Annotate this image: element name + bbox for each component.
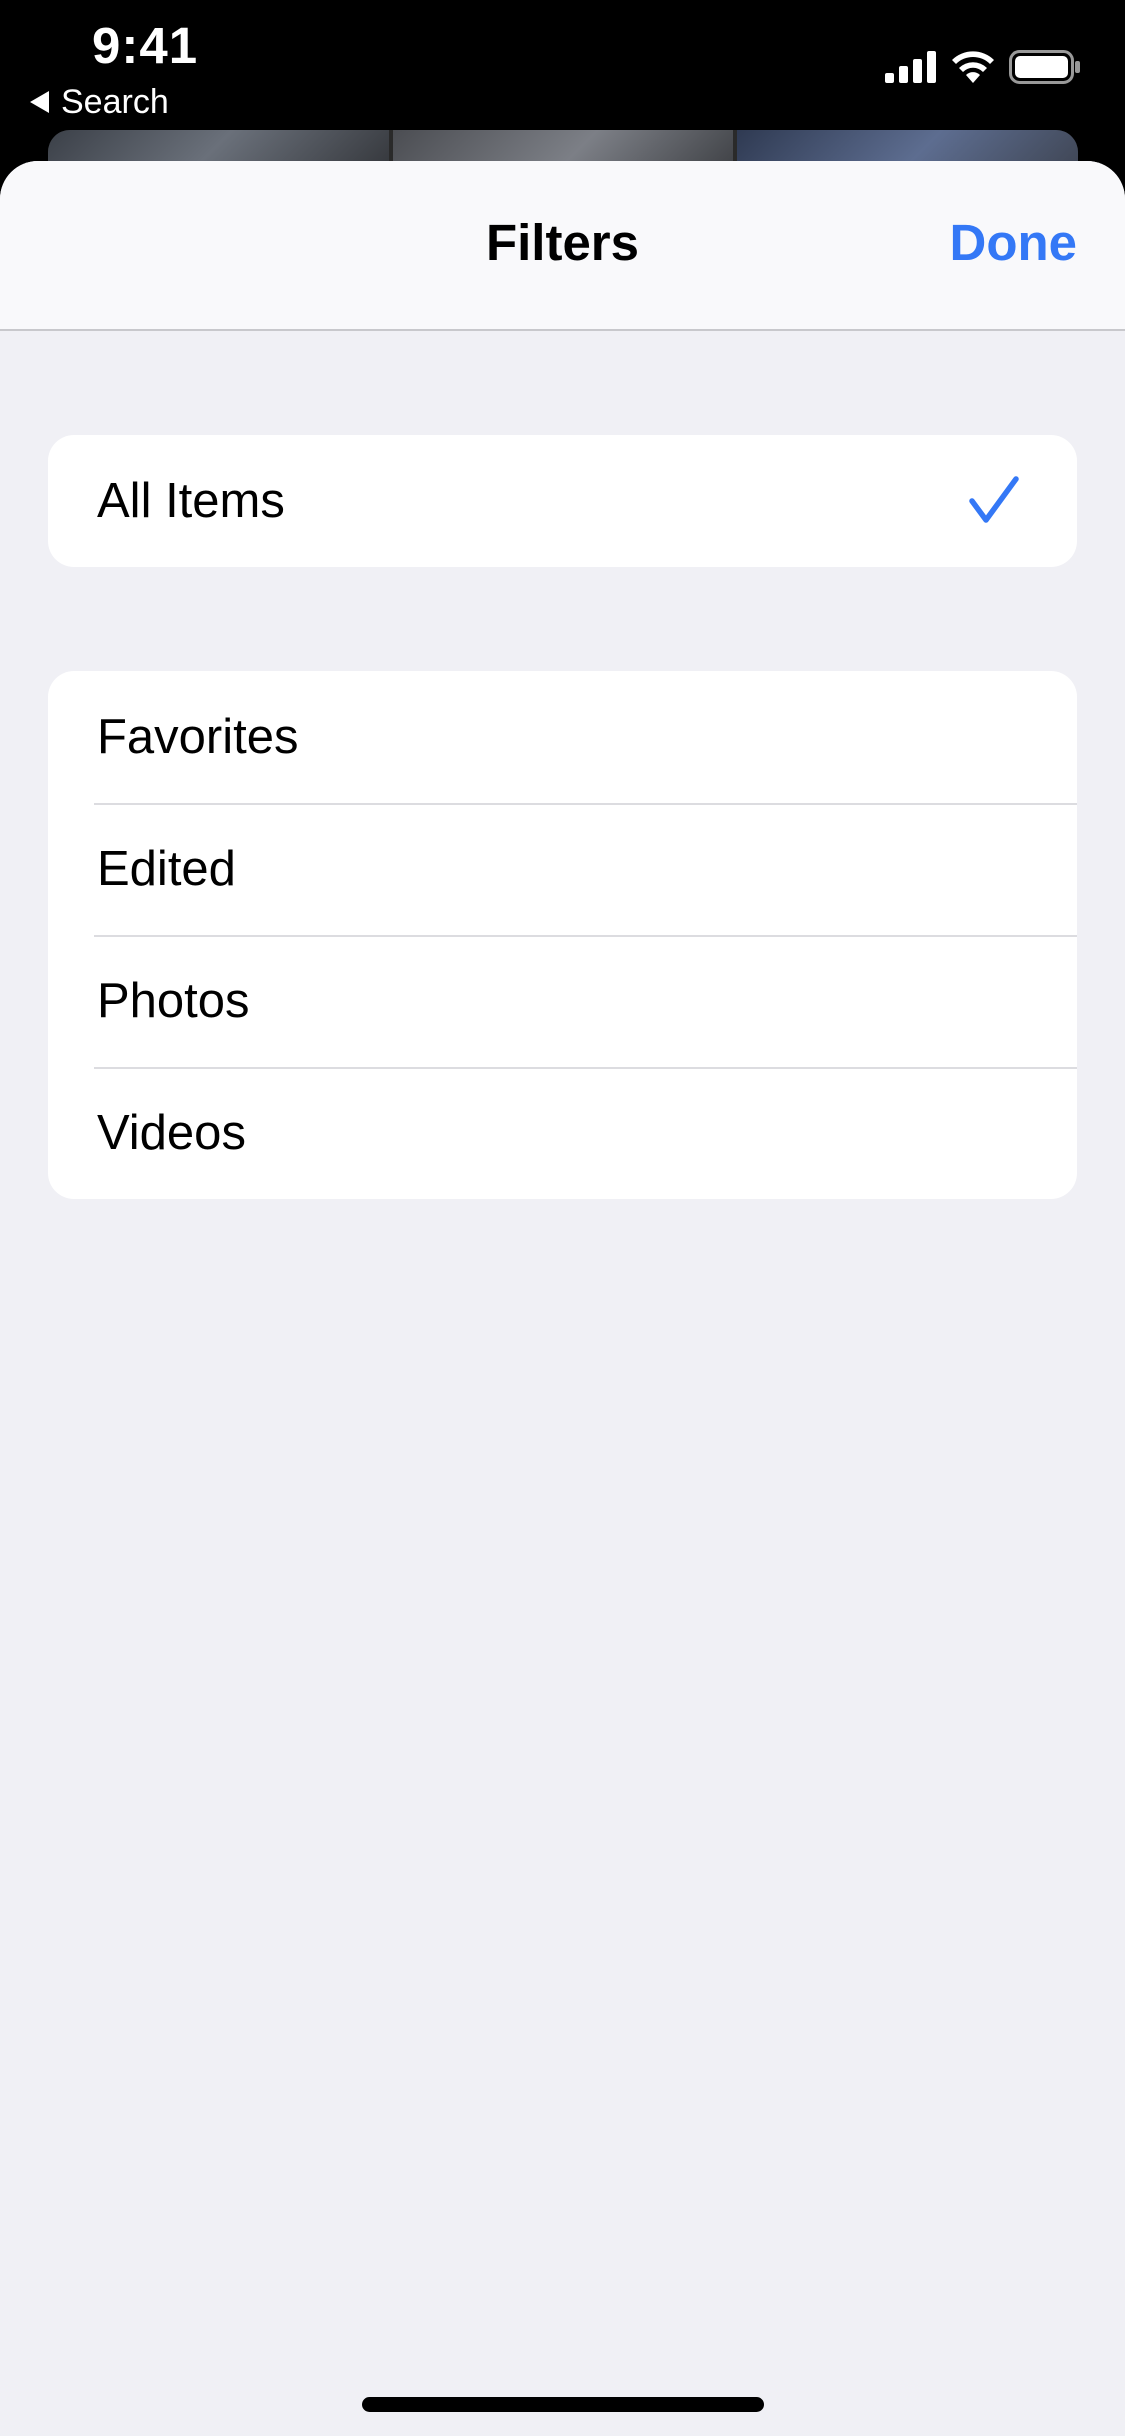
- filter-option-label: Edited: [97, 842, 236, 896]
- filter-option-all-items[interactable]: All Items: [48, 435, 1077, 567]
- checkmark-icon: [969, 476, 1019, 523]
- filter-option-label: All Items: [97, 474, 285, 528]
- filter-option-label: Photos: [97, 974, 250, 1028]
- filter-option-favorites[interactable]: Favorites: [48, 671, 1077, 803]
- wifi-icon: [952, 51, 994, 83]
- status-time: 9:41: [92, 17, 199, 74]
- filter-option-label: Videos: [97, 1106, 246, 1160]
- filter-option-label: Favorites: [97, 710, 299, 764]
- cellular-signal-icon: [885, 51, 936, 83]
- back-link-label: Search: [61, 82, 169, 121]
- filter-options-group: Favorites Edited Photos Videos: [48, 671, 1077, 1199]
- status-bar: 9:41 Search: [0, 0, 1125, 135]
- home-indicator[interactable]: [362, 2397, 764, 2412]
- filter-option-videos[interactable]: Videos: [48, 1067, 1077, 1199]
- status-indicators: [885, 50, 1081, 84]
- filter-option-edited[interactable]: Edited: [48, 803, 1077, 935]
- filter-option-photos[interactable]: Photos: [48, 935, 1077, 1067]
- back-arrow-icon: [30, 91, 49, 113]
- all-items-group: All Items: [48, 435, 1077, 567]
- sheet-header: Filters Done: [0, 161, 1125, 331]
- filters-sheet: Filters Done All Items Favorites Edited …: [0, 161, 1125, 2436]
- screen: 9:41 Search Filters Done All Items Favor…: [0, 0, 1125, 2436]
- done-button[interactable]: Done: [950, 213, 1078, 272]
- back-to-search-link[interactable]: Search: [30, 80, 169, 124]
- battery-icon: [1009, 50, 1080, 84]
